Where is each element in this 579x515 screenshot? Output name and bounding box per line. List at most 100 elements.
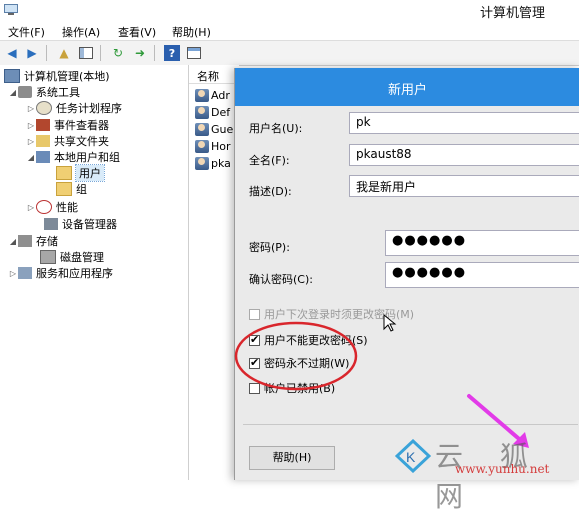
description-field[interactable]: 我是新用户 bbox=[349, 175, 579, 197]
tree-label: 本地用户和组 bbox=[54, 151, 120, 164]
list-item[interactable]: pka bbox=[195, 155, 231, 171]
clock-icon bbox=[36, 101, 52, 115]
tree-label: 任务计划程序 bbox=[56, 102, 122, 115]
dialog-title: 新用户 bbox=[387, 83, 427, 98]
tree-item-users[interactable]: 用户 bbox=[56, 164, 105, 182]
tree-label: 设备管理器 bbox=[62, 218, 117, 231]
window-title: 计算机管理 bbox=[479, 6, 545, 21]
fullname-label: 全名(F): bbox=[249, 154, 290, 167]
device-manager-icon bbox=[44, 218, 58, 230]
list-header[interactable]: 名称 bbox=[189, 65, 239, 84]
dialog-title-bar[interactable]: 新用户 bbox=[235, 68, 579, 106]
tree-item-services-apps[interactable]: ▷ 服务和应用程序 bbox=[8, 265, 113, 281]
tree-item-groups[interactable]: 组 bbox=[56, 181, 87, 197]
toolbar: ◀ ▶ ▲ ↻ ➜ ? bbox=[0, 40, 579, 66]
storage-icon bbox=[18, 235, 32, 247]
expand-arrow-icon[interactable]: ▷ bbox=[26, 137, 36, 146]
expand-arrow-icon[interactable]: ▷ bbox=[26, 203, 36, 212]
menu-help[interactable]: 帮助(H) bbox=[172, 24, 211, 40]
tree-item-system-tools[interactable]: ◢ 系统工具 bbox=[8, 84, 80, 100]
tree-item-event-viewer[interactable]: ▷ 事件查看器 bbox=[26, 117, 109, 133]
tree-item-device-manager[interactable]: 设备管理器 bbox=[44, 216, 117, 232]
list-item[interactable]: Adr bbox=[195, 87, 230, 103]
event-viewer-icon bbox=[36, 119, 50, 131]
services-icon bbox=[18, 267, 32, 279]
list-item[interactable]: Def bbox=[195, 104, 230, 120]
toolbar-divider bbox=[46, 45, 47, 61]
help-icon[interactable]: ? bbox=[164, 45, 180, 61]
list-item[interactable]: Hor bbox=[195, 138, 231, 154]
disk-icon bbox=[40, 250, 56, 264]
tools-icon bbox=[18, 86, 32, 98]
list-item[interactable]: Gue bbox=[195, 121, 233, 137]
fullname-field[interactable]: pkaust88 bbox=[349, 144, 579, 166]
password-field[interactable]: ●●●●●● bbox=[385, 230, 579, 256]
computer-icon bbox=[4, 69, 20, 83]
list-item-label: Gue bbox=[211, 122, 234, 136]
performance-icon bbox=[36, 200, 52, 214]
user-icon bbox=[195, 88, 209, 102]
window-title-bar: 计算机管理 bbox=[0, 0, 579, 22]
collapse-arrow-icon[interactable]: ◢ bbox=[26, 153, 36, 162]
expand-arrow-icon[interactable]: ▷ bbox=[26, 104, 36, 113]
list-item-label: pka bbox=[211, 156, 231, 170]
show-hide-tree-icon[interactable] bbox=[78, 45, 94, 61]
collapse-arrow-icon[interactable]: ◢ bbox=[8, 88, 18, 97]
navigation-tree: 计算机管理(本地) ◢ 系统工具 ▷ 任务计划程序 ▷ 事件查看器 ▷ 共享文件… bbox=[0, 65, 189, 480]
export-icon[interactable]: ➜ bbox=[132, 45, 148, 61]
toolbar-divider bbox=[100, 45, 101, 61]
shared-folder-icon bbox=[36, 135, 50, 147]
up-folder-icon[interactable]: ▲ bbox=[56, 45, 72, 61]
back-icon[interactable]: ◀ bbox=[4, 45, 20, 61]
list-item-label: Adr bbox=[211, 88, 230, 102]
user-icon bbox=[195, 139, 209, 153]
user-icon bbox=[195, 105, 209, 119]
tree-item-task-scheduler[interactable]: ▷ 任务计划程序 bbox=[26, 100, 122, 116]
tree-label: 存储 bbox=[36, 235, 58, 248]
confirm-password-field[interactable]: ●●●●●● bbox=[385, 262, 579, 288]
users-group-icon bbox=[36, 151, 50, 163]
menu-action[interactable]: 操作(A) bbox=[62, 24, 100, 40]
menu-bar: 文件(F) 操作(A) 查看(V) 帮助(H) bbox=[0, 22, 579, 40]
user-list-pane: 名称 Adr Def Gue Hor pka bbox=[189, 65, 239, 480]
tree-label: 磁盘管理 bbox=[60, 251, 104, 264]
user-icon bbox=[195, 122, 209, 136]
folder-icon bbox=[56, 166, 72, 180]
user-icon bbox=[195, 156, 209, 170]
confirm-password-label: 确认密码(C): bbox=[249, 273, 313, 286]
collapse-arrow-icon[interactable]: ◢ bbox=[8, 237, 18, 246]
svg-text:K: K bbox=[406, 449, 416, 465]
folder-icon bbox=[56, 182, 72, 196]
username-field[interactable]: pk bbox=[349, 112, 579, 134]
mouse-cursor-icon bbox=[383, 314, 397, 332]
tree-root[interactable]: 计算机管理(本地) bbox=[4, 68, 110, 84]
tree-item-disk-management[interactable]: 磁盘管理 bbox=[40, 249, 104, 265]
list-item-label: Def bbox=[211, 105, 231, 119]
forward-icon[interactable]: ▶ bbox=[24, 45, 40, 61]
password-label: 密码(P): bbox=[249, 241, 290, 254]
menu-view[interactable]: 查看(V) bbox=[118, 24, 156, 40]
annotation-ellipse bbox=[234, 321, 358, 391]
watermark: K 云 狐 网 www.yunhu.net bbox=[395, 435, 579, 513]
tree-label: 组 bbox=[76, 183, 87, 196]
tree-root-label: 计算机管理(本地) bbox=[24, 70, 110, 83]
expand-arrow-icon[interactable]: ▷ bbox=[26, 121, 36, 130]
username-label: 用户名(U): bbox=[249, 122, 303, 135]
watermark-url: www.yunhu.net bbox=[455, 462, 550, 476]
column-name-header[interactable]: 名称 bbox=[197, 68, 219, 84]
menu-file[interactable]: 文件(F) bbox=[8, 24, 45, 40]
tree-item-shared-folders[interactable]: ▷ 共享文件夹 bbox=[26, 133, 109, 149]
tree-label: 服务和应用程序 bbox=[36, 267, 113, 280]
tree-item-performance[interactable]: ▷ 性能 bbox=[26, 199, 78, 215]
tree-label-selected: 用户 bbox=[75, 164, 105, 182]
view-icon[interactable] bbox=[186, 45, 202, 61]
expand-arrow-icon[interactable]: ▷ bbox=[8, 269, 18, 278]
tree-item-storage[interactable]: ◢ 存储 bbox=[8, 233, 58, 249]
tree-label: 系统工具 bbox=[36, 86, 80, 99]
tree-item-local-users-groups[interactable]: ◢ 本地用户和组 bbox=[26, 149, 120, 165]
list-item-label: Hor bbox=[211, 139, 231, 153]
tree-label: 性能 bbox=[56, 201, 78, 214]
refresh-icon[interactable]: ↻ bbox=[110, 45, 126, 61]
help-button[interactable]: 帮助(H) bbox=[249, 446, 335, 470]
toolbar-divider bbox=[154, 45, 155, 61]
